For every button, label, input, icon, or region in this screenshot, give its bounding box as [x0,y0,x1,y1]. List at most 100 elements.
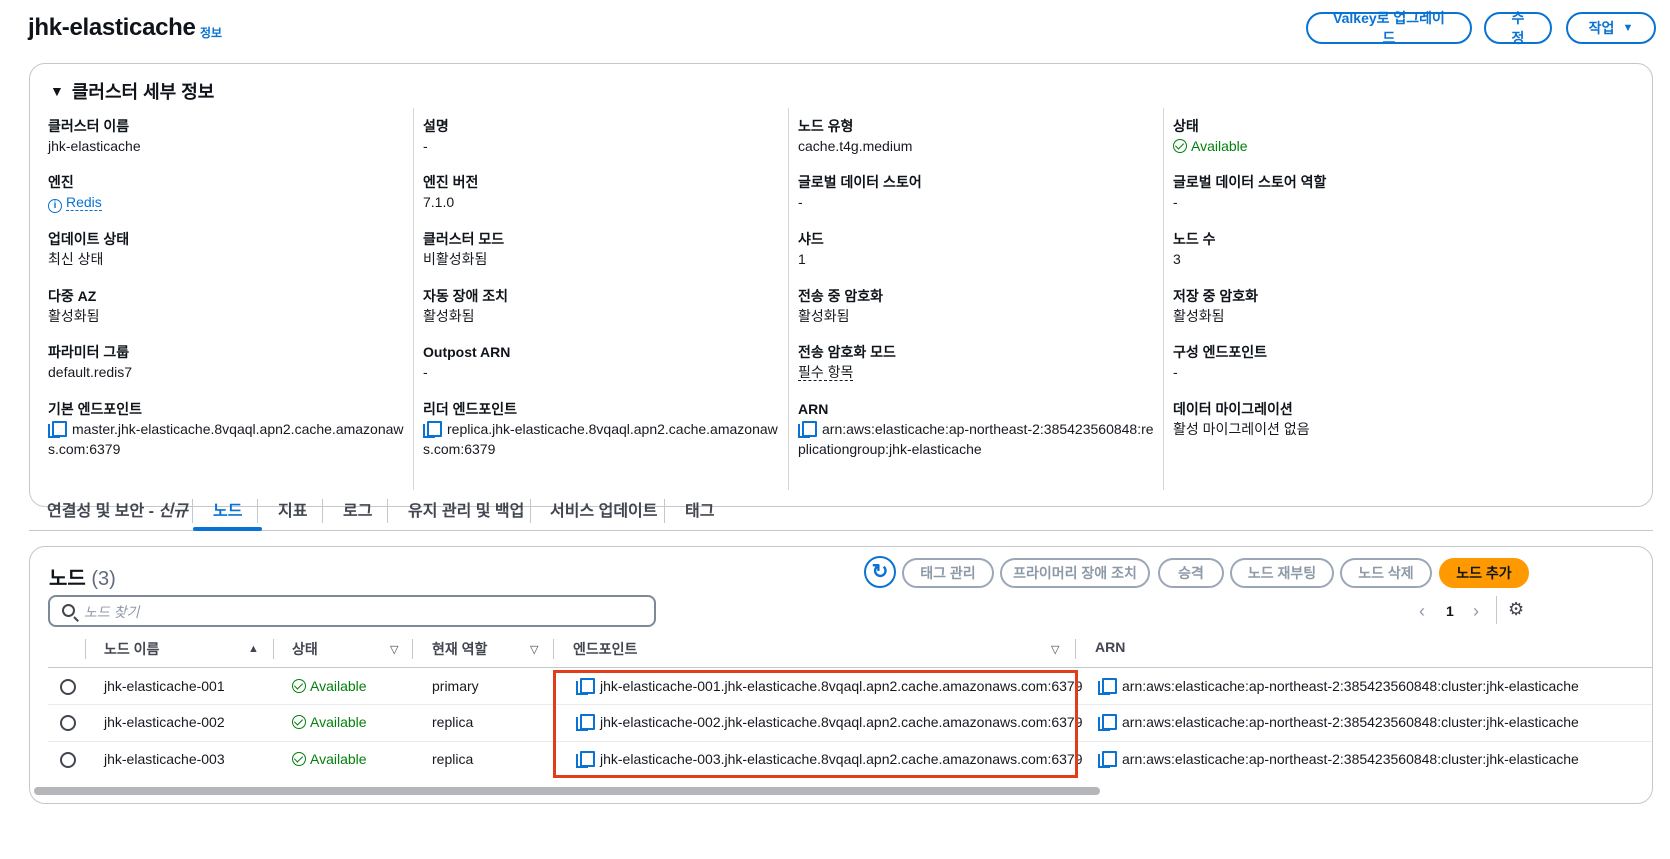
gear-icon[interactable]: ⚙ [1508,599,1524,620]
node-role: primary [432,678,479,694]
arn-text: arn:aws:elasticache:ap-northeast-2:38542… [1122,714,1579,730]
node-arn: arn:aws:elasticache:ap-northeast-2:38542… [1098,714,1579,731]
actions-button[interactable]: 작업 ▼ [1566,12,1656,44]
detail-key: 노드 수 [1173,231,1216,247]
node-search-input[interactable] [84,601,644,623]
detail-key: 기본 엔드포인트 [48,401,143,417]
row-select-radio[interactable] [60,752,76,768]
scrollbar-thumb[interactable] [34,787,1100,795]
encryption-mode-value[interactable]: 필수 항목 [798,364,854,381]
detail-key: 엔진 [48,174,74,190]
detail-auto-failover: 자동 장애 조치 활성화됨 [423,286,508,326]
page-number[interactable]: 1 [1446,603,1454,619]
edit-button[interactable]: 수정 [1484,10,1552,46]
node-role: replica [432,751,474,767]
tab-metrics[interactable]: 지표 [278,497,307,531]
chevron-right-icon[interactable]: › [1473,601,1479,622]
nodes-panel: 노드 (3) ↻ 태그 관리 프라이머리 장애 조치 승격 노드 재부팅 노드 … [29,546,1653,804]
detail-value: - [423,138,428,154]
detail-key: 다중 AZ [48,288,97,304]
page-title: jhk-elasticache [28,14,196,41]
col-header-node-name[interactable]: 노드 이름 [104,639,159,659]
tab-separator [257,499,258,523]
delete-nodes-button[interactable]: 노드 삭제 [1340,558,1432,588]
check-circle-icon [292,679,306,693]
detail-value: 7.1.0 [423,194,455,210]
copy-icon[interactable] [1098,714,1117,731]
sort-icon[interactable]: ▽ [530,643,538,656]
detail-value: 활성화됨 [48,308,100,324]
node-status: Available [292,714,367,730]
col-header-status[interactable]: 상태 [292,639,318,659]
detail-value: arn:aws:elasticache:ap-northeast-2:38542… [798,421,1154,457]
tab-logs[interactable]: 로그 [343,497,372,531]
tab-label: 연결성 및 보안 - [47,503,159,520]
detail-value: replica.jhk-elasticache.8vqaql.apn2.cach… [423,421,778,457]
status-text: Available [310,714,367,730]
col-header-role[interactable]: 현재 역할 [432,639,487,659]
refresh-button[interactable]: ↻ [864,556,896,588]
detail-global-datastore-role: 글로벌 데이터 스토어 역할 - [1173,172,1326,212]
copy-icon[interactable] [798,421,817,438]
detail-value: 1 [798,251,806,267]
detail-primary-endpoint: 기본 엔드포인트 master.jhk-elasticache.8vqaql.a… [48,399,408,459]
detail-key: 파라미터 그룹 [48,344,130,360]
detail-data-migration: 데이터 마이그레이션 활성 마이그레이션 없음 [1173,399,1310,439]
detail-cluster-mode: 클러스터 모드 비활성화됨 [423,229,504,269]
row-select-radio[interactable] [60,679,76,695]
sort-icon[interactable]: ▽ [1051,643,1059,656]
col-header-arn[interactable]: ARN [1095,639,1125,655]
detail-engine-version: 엔진 버전 7.1.0 [423,172,478,212]
detail-multi-az: 다중 AZ 활성화됨 [48,286,100,326]
column-separator [273,639,274,659]
column-separator [412,639,413,659]
sort-ascending-icon[interactable]: ▲ [248,643,259,655]
panel-title: 클러스터 세부 정보 [71,82,215,102]
tab-nodes[interactable]: 노드 [192,497,264,531]
copy-icon[interactable] [423,421,442,438]
sort-icon[interactable]: ▽ [390,643,398,656]
detail-cluster-name: 클러스터 이름 jhk-elasticache [48,116,141,156]
search-box [48,595,656,627]
parameter-group-link[interactable]: default.redis7 [48,362,132,382]
actions-label: 작업 [1588,20,1615,36]
detail-key: 엔진 버전 [423,174,479,190]
detail-configuration-endpoint: 구성 엔드포인트 - [1173,342,1267,382]
chevron-left-icon[interactable]: ‹ [1419,601,1425,622]
add-node-button[interactable]: 노드 추가 [1439,558,1529,588]
tab-maintenance-backups[interactable]: 유지 관리 및 백업 [408,497,524,531]
detail-key: 구성 엔드포인트 [1173,344,1268,360]
pager-separator [1496,596,1497,624]
copy-icon[interactable] [48,421,67,438]
detail-arn: ARN arn:aws:elasticache:ap-northeast-2:3… [798,399,1158,459]
endpoint-highlight-box [553,670,1078,778]
promote-button[interactable]: 승격 [1158,558,1224,588]
copy-icon[interactable] [1098,678,1117,695]
nodes-title: 노드 [49,568,86,590]
copy-icon[interactable] [1098,751,1117,768]
engine-link[interactable]: i Redis [48,192,102,213]
column-divider [413,108,414,490]
tab-bar: 연결성 및 보안 - 신규 노드 지표 로그 유지 관리 및 백업 서비스 업데… [29,487,1653,531]
row-select-radio[interactable] [60,715,76,731]
tab-connectivity-security[interactable]: 연결성 및 보안 - 신규 [47,497,188,531]
reboot-nodes-button[interactable]: 노드 재부팅 [1230,558,1334,588]
detail-key: 데이터 마이그레이션 [1173,401,1293,417]
node-role: replica [432,714,474,730]
cluster-details-toggle[interactable]: ▼ 클러스터 세부 정보 [50,78,214,104]
tab-service-updates[interactable]: 서비스 업데이트 [550,497,658,531]
detail-transit-encryption-mode: 전송 암호화 모드 필수 항목 [798,342,896,382]
tab-separator [322,499,323,523]
info-link[interactable]: 정보 [200,24,222,41]
node-arn: arn:aws:elasticache:ap-northeast-2:38542… [1098,678,1579,695]
node-name: jhk-elasticache-003 [104,751,225,767]
tab-tags[interactable]: 태그 [685,497,714,531]
horizontal-scrollbar[interactable] [30,787,1652,795]
col-header-endpoint[interactable]: 엔드포인트 [573,639,637,659]
detail-value: - [798,194,803,210]
cluster-details-panel: ▼ 클러스터 세부 정보 클러스터 이름 jhk-elasticache 엔진 … [29,63,1653,507]
manage-tags-button[interactable]: 태그 관리 [902,558,994,588]
detail-key: 상태 [1173,118,1199,134]
primary-failover-button[interactable]: 프라이머리 장애 조치 [1000,558,1150,588]
upgrade-valkey-button[interactable]: Valkey로 업그레이드 [1306,10,1472,46]
